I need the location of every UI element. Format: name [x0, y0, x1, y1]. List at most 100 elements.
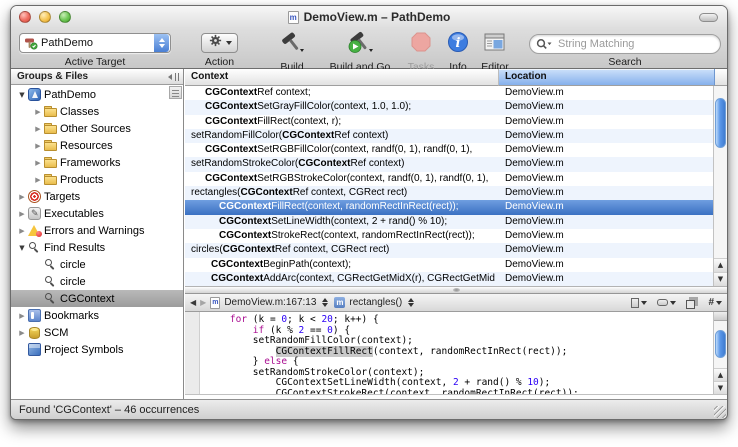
disclosure-triangle-icon[interactable]: ▶ — [32, 142, 44, 150]
editor-scroll-up-button[interactable]: ▲ — [714, 368, 727, 381]
sidebar-item-other-sources[interactable]: ▶Other Sources — [11, 120, 183, 137]
disclosure-triangle-icon[interactable]: ▶ — [32, 108, 44, 116]
editor-button[interactable]: Editor — [474, 31, 516, 73]
sidebar-item-project-symbols[interactable]: Project Symbols — [11, 341, 183, 358]
target-icon — [28, 190, 41, 203]
counterparts-icon[interactable] — [686, 297, 698, 309]
forward-button[interactable]: ▶ — [200, 298, 206, 307]
search-input[interactable] — [556, 37, 712, 51]
result-row[interactable]: CGContextFillRect(context, r);DemoView.m — [185, 115, 715, 129]
sidebar-item-find-results[interactable]: ▼ Find Results — [11, 239, 183, 256]
sidebar-header[interactable]: Groups & Files — [11, 69, 183, 85]
sidebar-item-cgcontext[interactable]: CGContext — [11, 290, 183, 307]
result-location: DemoView.m — [499, 200, 715, 214]
editor[interactable]: for (k = 0; k < 20; k++) { if (k % 2 == … — [185, 312, 727, 394]
result-context: CGContextBeginPath(context); — [185, 258, 499, 272]
column-header-context[interactable]: Context — [185, 69, 499, 86]
disclosure-triangle-icon[interactable]: ▶ — [16, 193, 28, 201]
sidebar-item-circle[interactable]: circle — [11, 256, 183, 273]
minimize-button[interactable] — [39, 11, 51, 23]
disclosure-triangle-icon[interactable]: ▶ — [32, 159, 44, 167]
result-row[interactable]: setRandomFillColor(CGContextRef context)… — [185, 129, 715, 143]
sidebar-item-pathdemo[interactable]: ▼PathDemo — [11, 86, 183, 103]
line-numbers-menu-icon[interactable] — [708, 297, 722, 308]
sidebar-item-circle[interactable]: circle — [11, 273, 183, 290]
result-row[interactable]: CGContextSetRGBStrokeColor(context, rand… — [185, 172, 715, 186]
sidebar-item-targets[interactable]: ▶Targets — [11, 188, 183, 205]
disclosure-triangle-icon[interactable]: ▼ — [16, 244, 28, 252]
result-row[interactable]: CGContextFillRect(context, randomRectInR… — [185, 200, 715, 214]
result-row[interactable]: CGContextSetLineWidth(context, 2 + rand(… — [185, 215, 715, 229]
magnifier-icon — [44, 258, 57, 271]
disclosure-triangle-icon[interactable]: ▶ — [16, 210, 28, 218]
action-button[interactable] — [201, 33, 238, 53]
result-row[interactable]: CGContextBeginPath(context);DemoView.m — [185, 258, 715, 272]
scroll-up-button[interactable]: ▲ — [714, 258, 727, 272]
column-header-location[interactable]: Location — [499, 69, 715, 86]
result-row[interactable]: CGContextRef context;DemoView.m — [185, 86, 715, 100]
results-scrollbar[interactable]: ▲ ▼ — [713, 86, 727, 286]
disclosure-triangle-icon[interactable]: ▶ — [32, 176, 44, 184]
result-row[interactable]: setRandomStrokeColor(CGContextRef contex… — [185, 157, 715, 171]
file-location-popup[interactable]: DemoView.m:167:13 — [224, 297, 316, 308]
active-target-dropdown[interactable]: PathDemo — [19, 33, 171, 53]
symbol-stepper-icon[interactable] — [408, 298, 414, 307]
result-row[interactable]: CGContextSetGrayFillColor(context, 1.0, … — [185, 100, 715, 114]
sidebar-item-scm[interactable]: ▶SCM — [11, 324, 183, 341]
column-splitter-icon[interactable] — [168, 72, 180, 82]
window-controls — [19, 11, 71, 23]
disclosure-triangle-icon[interactable]: ▶ — [32, 125, 44, 133]
search-field[interactable] — [529, 34, 721, 54]
editor-split-widget[interactable] — [714, 312, 727, 321]
result-row[interactable]: CGContextSetRGBFillColor(context, randf(… — [185, 143, 715, 157]
xcode-window: m DemoView.m – PathDemo PathDemo Active … — [10, 5, 728, 420]
result-context: CGContextSetRGBStrokeColor(context, rand… — [185, 172, 499, 186]
svg-text:i: i — [456, 36, 461, 51]
sidebar-item-executables[interactable]: ▶Executables — [11, 205, 183, 222]
project-icon — [28, 88, 41, 101]
sidebar-item-errors-and-warnings[interactable]: ▶Errors and Warnings — [11, 222, 183, 239]
editor-scrollbar-thumb[interactable] — [715, 330, 726, 358]
warning-icon — [28, 224, 41, 237]
build-button[interactable]: Build — [264, 31, 320, 73]
pane-splitter[interactable] — [185, 286, 727, 294]
sidebar-item-products[interactable]: ▶Products — [11, 171, 183, 188]
result-location: DemoView.m — [499, 86, 715, 100]
sidebar-item-resources[interactable]: ▶Resources — [11, 137, 183, 154]
result-row[interactable]: rectangles(CGContextRef context, CGRect … — [185, 186, 715, 200]
breakpoints-menu-icon[interactable] — [657, 299, 676, 306]
editor-scrollbar[interactable]: ▲ ▼ — [713, 312, 727, 394]
results-scrollbar-thumb[interactable] — [715, 98, 726, 148]
close-button[interactable] — [19, 11, 31, 23]
file-stepper-icon[interactable] — [322, 298, 328, 307]
result-row[interactable]: CGContextStrokeRect(context, randomRectI… — [185, 229, 715, 243]
sidebar-item-label: Find Results — [44, 242, 105, 254]
zoom-button[interactable] — [59, 11, 71, 23]
disclosure-triangle-icon[interactable]: ▶ — [16, 227, 28, 235]
search-icon[interactable] — [536, 38, 552, 51]
scroll-down-button[interactable]: ▼ — [714, 272, 727, 286]
main-pane: Context Location CGContextRef context;De… — [185, 69, 727, 399]
info-button[interactable]: i Info — [442, 31, 474, 73]
bookmarks-menu-icon[interactable] — [631, 298, 647, 308]
disclosure-triangle-icon[interactable]: ▶ — [16, 329, 28, 337]
editor-scroll-down-button[interactable]: ▼ — [714, 381, 727, 394]
result-location: DemoView.m — [499, 258, 715, 272]
executable-icon — [28, 207, 41, 220]
title-bar[interactable]: m DemoView.m – PathDemo — [11, 6, 727, 28]
sidebar-item-classes[interactable]: ▶Classes — [11, 103, 183, 120]
toolbar-toggle-button[interactable] — [699, 13, 718, 22]
disclosure-triangle-icon[interactable]: ▶ — [16, 312, 28, 320]
code-line: CGContextSetLineWidth(context, 2 + rand(… — [207, 378, 711, 389]
resize-grip[interactable] — [714, 406, 726, 418]
result-row[interactable]: CGContextAddArc(context, CGRectGetMidX(r… — [185, 272, 715, 286]
magnifier-icon — [44, 275, 57, 288]
action-label: Action — [201, 56, 238, 68]
symbol-popup[interactable]: rectangles() — [349, 297, 402, 308]
sidebar-item-bookmarks[interactable]: ▶Bookmarks — [11, 307, 183, 324]
disclosure-triangle-icon[interactable]: ▼ — [16, 91, 28, 99]
result-row[interactable]: circles(CGContextRef context, CGRect rec… — [185, 243, 715, 257]
build-and-go-button[interactable]: Build and Go — [322, 31, 398, 73]
back-button[interactable]: ◀ — [190, 298, 196, 307]
sidebar-item-frameworks[interactable]: ▶Frameworks — [11, 154, 183, 171]
